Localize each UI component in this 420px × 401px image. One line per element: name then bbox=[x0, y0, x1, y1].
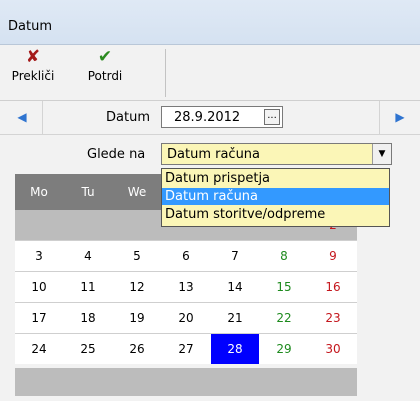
day-cell[interactable]: 20 bbox=[162, 303, 210, 333]
day-cell[interactable]: 6 bbox=[162, 241, 210, 271]
day-cell[interactable]: 8 bbox=[260, 241, 308, 271]
glede-row: Glede na Datum računa ▼ bbox=[0, 135, 420, 172]
day-cell[interactable]: 29 bbox=[260, 334, 308, 364]
day-cell[interactable]: 11 bbox=[64, 272, 112, 302]
date-label: Datum bbox=[106, 110, 150, 125]
cancel-label: Prekliči bbox=[11, 69, 55, 83]
day-cell[interactable]: 9 bbox=[309, 241, 357, 271]
day-cell[interactable]: 17 bbox=[15, 303, 63, 333]
week-row-5: 24 25 26 27 28 29 30 bbox=[15, 334, 357, 364]
dropdown-option[interactable]: Datum storitve/odpreme bbox=[162, 206, 389, 223]
day-cell[interactable]: 27 bbox=[162, 334, 210, 364]
day-cell[interactable]: 7 bbox=[211, 241, 259, 271]
dow-mo: Mo bbox=[30, 185, 48, 199]
day-cell[interactable]: 12 bbox=[113, 272, 161, 302]
week-row-6 bbox=[15, 368, 357, 396]
day-cell[interactable]: 23 bbox=[309, 303, 357, 333]
day-cell[interactable]: 14 bbox=[211, 272, 259, 302]
day-cell[interactable]: 30 bbox=[309, 334, 357, 364]
left-arrow-icon: ◀ bbox=[17, 110, 27, 124]
next-month-button[interactable]: ▶ bbox=[379, 101, 420, 134]
right-arrow-icon: ▶ bbox=[395, 110, 405, 124]
confirm-label: Potrdi bbox=[87, 69, 123, 83]
week-row-3: 10 11 12 13 14 15 16 bbox=[15, 272, 357, 302]
cancel-icon: ✘ bbox=[25, 47, 41, 67]
toolbar: ✘ Prekliči ✔ Potrdi bbox=[0, 45, 420, 101]
dropdown-option[interactable]: Datum prispetja bbox=[162, 170, 389, 187]
date-picker-button[interactable]: ... bbox=[264, 109, 280, 125]
date-field[interactable]: 28.9.2012 ... bbox=[161, 106, 283, 128]
week-row-4: 17 18 19 20 21 22 23 bbox=[15, 303, 357, 333]
day-cell[interactable]: 15 bbox=[260, 272, 308, 302]
day-cell[interactable]: 5 bbox=[113, 241, 161, 271]
date-dialog: Datum ✘ Prekliči ✔ Potrdi ◀ Datum 28.9.2… bbox=[0, 0, 420, 401]
dow-we: We bbox=[127, 185, 147, 199]
day-cell[interactable]: 26 bbox=[113, 334, 161, 364]
day-cell[interactable]: 24 bbox=[15, 334, 63, 364]
day-cell[interactable]: 4 bbox=[64, 241, 112, 271]
title-bar: Datum bbox=[0, 0, 420, 45]
day-cell[interactable]: 10 bbox=[15, 272, 63, 302]
date-value: 28.9.2012 bbox=[174, 110, 241, 125]
day-cell[interactable]: 18 bbox=[64, 303, 112, 333]
day-cell[interactable]: 21 bbox=[211, 303, 259, 333]
date-row: ◀ Datum 28.9.2012 ... ▶ bbox=[0, 101, 420, 135]
glede-dropdown-list[interactable]: Datum prispetja Datum računa Datum stori… bbox=[161, 168, 390, 227]
day-cell[interactable]: 19 bbox=[113, 303, 161, 333]
day-cell[interactable]: 25 bbox=[64, 334, 112, 364]
cancel-button[interactable]: ✘ Prekliči bbox=[10, 45, 56, 100]
toolbar-separator bbox=[165, 49, 166, 97]
dow-tu: Tu bbox=[81, 185, 95, 199]
day-cell[interactable]: 22 bbox=[260, 303, 308, 333]
day-cell[interactable]: 16 bbox=[309, 272, 357, 302]
chevron-down-icon[interactable]: ▼ bbox=[372, 144, 391, 164]
week-row-2: 3 4 5 6 7 8 9 bbox=[15, 241, 357, 271]
window-title: Datum bbox=[8, 19, 52, 34]
day-cell-selected[interactable]: 28 bbox=[211, 334, 259, 364]
confirm-button[interactable]: ✔ Potrdi bbox=[80, 45, 130, 100]
glede-label: Glede na bbox=[87, 147, 146, 162]
glede-selected-value: Datum računa bbox=[167, 147, 261, 162]
check-icon: ✔ bbox=[97, 47, 113, 67]
glede-select[interactable]: Datum računa ▼ bbox=[161, 143, 392, 165]
day-cell[interactable]: 13 bbox=[162, 272, 210, 302]
prev-month-button[interactable]: ◀ bbox=[2, 101, 43, 134]
dropdown-option-highlighted[interactable]: Datum računa bbox=[162, 188, 389, 205]
day-cell[interactable]: 3 bbox=[15, 241, 63, 271]
